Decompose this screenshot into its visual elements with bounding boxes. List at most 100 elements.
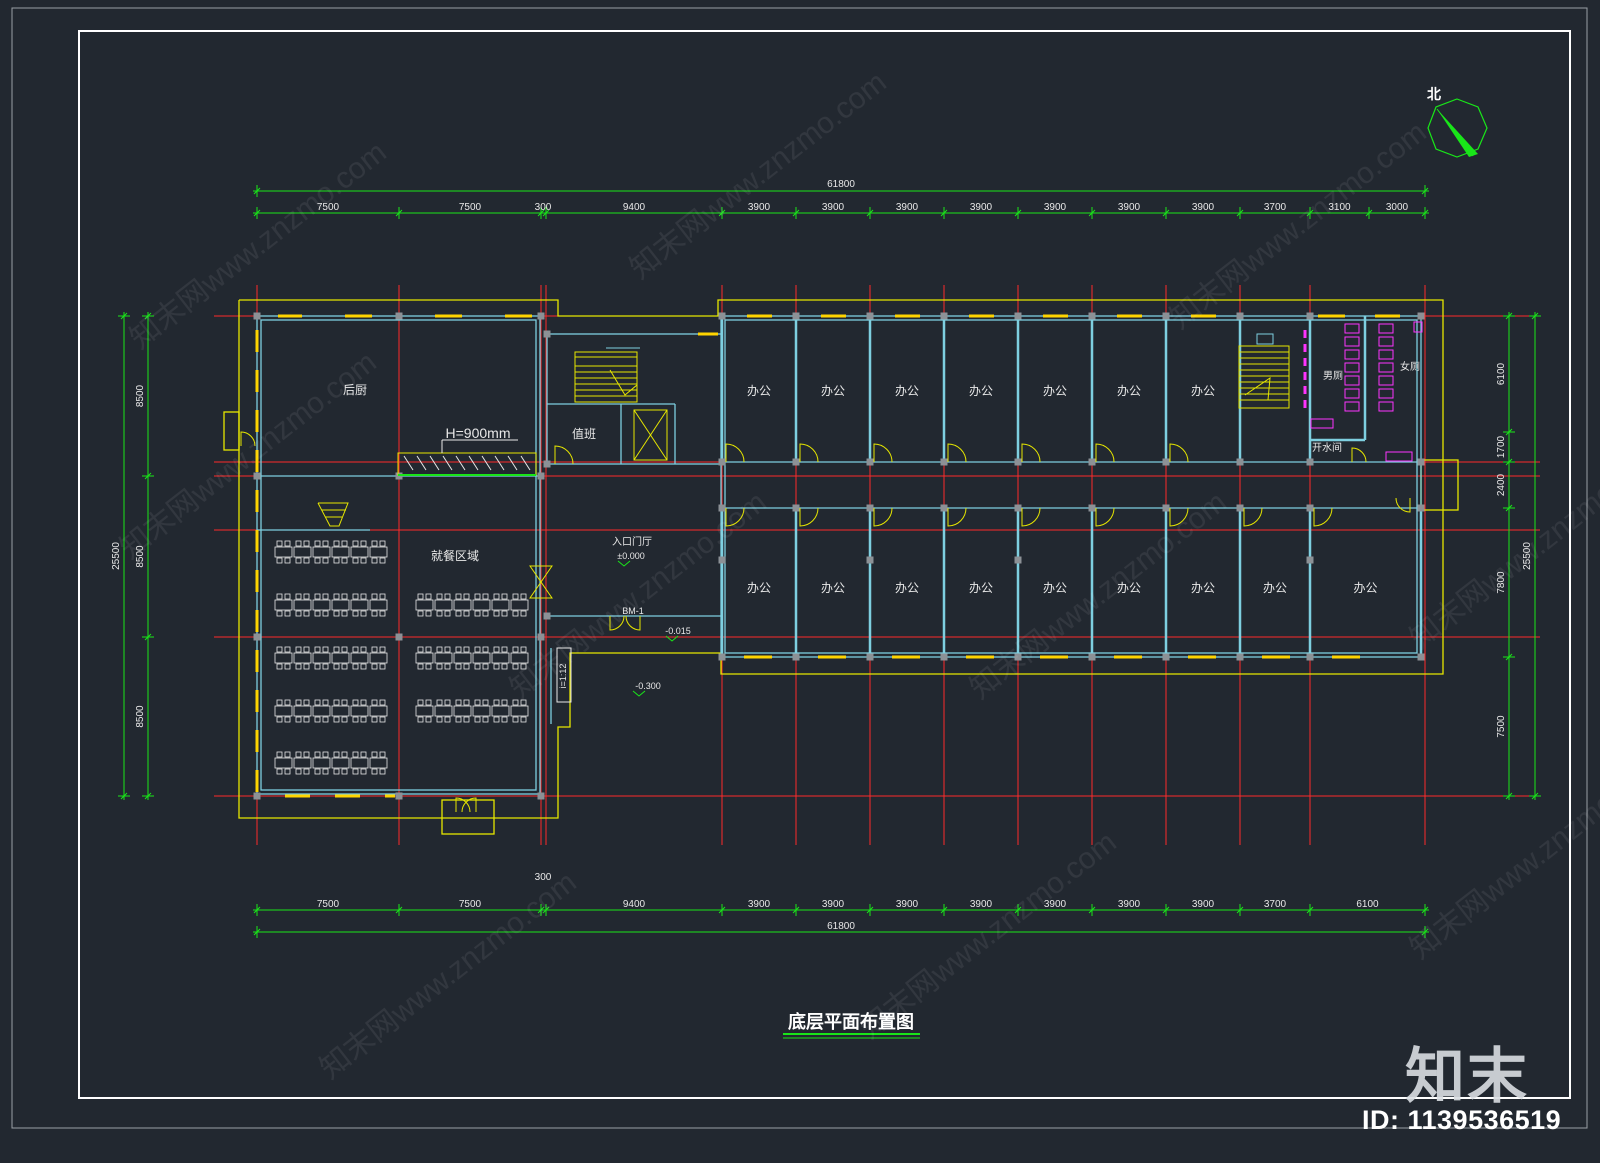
room-label-office: 办公	[1117, 383, 1141, 398]
chair	[276, 716, 283, 723]
dining-table	[274, 546, 293, 558]
column	[866, 653, 874, 661]
column	[866, 312, 874, 320]
chair	[352, 768, 359, 775]
chair	[371, 768, 378, 775]
chair	[341, 751, 348, 758]
chair	[482, 663, 489, 670]
chair	[425, 610, 432, 617]
column	[1014, 556, 1022, 564]
dining-table	[331, 546, 350, 558]
room-label-office: 办公	[821, 383, 845, 398]
dining-table	[453, 599, 472, 611]
chair	[379, 663, 386, 670]
chair	[352, 593, 359, 600]
column	[718, 458, 726, 466]
chair	[352, 716, 359, 723]
chair	[303, 751, 310, 758]
counter-hatch-stroke	[494, 455, 505, 471]
chair	[284, 663, 291, 670]
chair	[493, 610, 500, 617]
counter-hatch-stroke	[403, 455, 414, 471]
chair	[417, 716, 424, 723]
chair	[276, 663, 283, 670]
chair	[360, 751, 367, 758]
chair	[493, 646, 500, 653]
toilet-fixture	[1378, 336, 1394, 347]
watermark-text: 知末网www.znzmo.com	[964, 486, 1233, 706]
column	[253, 792, 261, 800]
chair	[474, 610, 481, 617]
dining-table	[434, 652, 453, 664]
column	[537, 472, 545, 480]
chair	[463, 593, 470, 600]
chair	[474, 663, 481, 670]
door-swing	[799, 443, 819, 463]
chair	[379, 751, 386, 758]
chair	[360, 593, 367, 600]
chair	[455, 663, 462, 670]
room-label-office: 办公	[1263, 580, 1287, 595]
column	[1306, 504, 1314, 512]
chair	[379, 716, 386, 723]
chair	[512, 593, 519, 600]
dim-text-top: 7500	[459, 202, 482, 213]
urinal-fixture	[1344, 362, 1360, 373]
dining-table	[415, 705, 434, 717]
urinal-fixture	[1344, 388, 1360, 399]
dining-step	[317, 502, 349, 527]
dim-text-top: 3900	[748, 202, 771, 213]
column	[866, 556, 874, 564]
room-labels: 后厨 就餐区域 值班 入口门厅 男厕 女厕 开水间 办公 办公 办公 办公 办公 办公 办公…	[343, 360, 1420, 595]
dining-table	[293, 599, 312, 611]
elevator	[633, 409, 668, 461]
counter-hatch-stroke	[468, 455, 479, 471]
level-2: -0.300	[635, 681, 661, 691]
chair	[303, 663, 310, 670]
dining-table	[350, 705, 369, 717]
chair	[493, 593, 500, 600]
column	[395, 312, 403, 320]
chair	[333, 593, 340, 600]
room-label-office: 办公	[747, 383, 771, 398]
counter-hatch-stroke	[429, 455, 440, 471]
chair	[360, 540, 367, 547]
column	[1014, 312, 1022, 320]
chair	[417, 663, 424, 670]
dim-text-bottom: 7500	[317, 899, 340, 910]
column	[1236, 504, 1244, 512]
chair	[352, 699, 359, 706]
chair	[455, 716, 462, 723]
chair	[314, 716, 321, 723]
chair	[333, 768, 340, 775]
brand-logo-text: 知末	[1405, 1042, 1529, 1112]
dining-table	[293, 705, 312, 717]
chair	[379, 540, 386, 547]
chair	[371, 593, 378, 600]
chair	[436, 593, 443, 600]
room-label-office: 办公	[1191, 383, 1215, 398]
chair	[360, 768, 367, 775]
chair	[493, 699, 500, 706]
chair	[371, 699, 378, 706]
urinal-fixture	[1344, 349, 1360, 360]
dim-text-right: 7500	[1496, 715, 1507, 738]
chair	[417, 699, 424, 706]
dining-table	[331, 705, 350, 717]
chair	[501, 610, 508, 617]
dim-text-top: 3900	[1118, 202, 1141, 213]
chair	[417, 610, 424, 617]
dim-text-bottom: 6100	[1356, 899, 1379, 910]
dim-text-left: 8500	[135, 384, 146, 407]
chair	[501, 663, 508, 670]
dining-table	[293, 652, 312, 664]
door-swing	[1395, 497, 1411, 513]
chair	[482, 593, 489, 600]
dim-text-bottom: 9400	[623, 899, 646, 910]
column	[543, 330, 551, 338]
dim-text-top: 3900	[1192, 202, 1215, 213]
chair	[512, 610, 519, 617]
column	[1236, 653, 1244, 661]
floor-plan-svg: i=1:12 后厨 就餐区域 值班 入口门厅 男厕 女厕 开水间 办公 办公 办公办…	[11, 7, 1600, 1129]
grid-axes	[214, 285, 1540, 845]
